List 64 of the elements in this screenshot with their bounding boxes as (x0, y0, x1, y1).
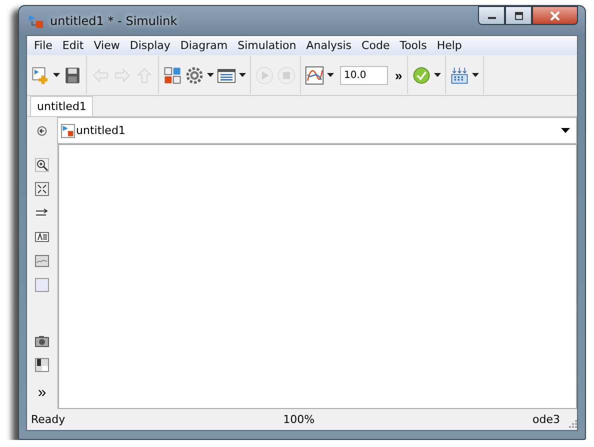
model-browser-button[interactable] (35, 358, 49, 372)
dropdown-arrow-icon[interactable] (561, 128, 570, 133)
build-icon (450, 66, 470, 84)
back-arrow-icon (91, 66, 110, 84)
settings-icon (185, 66, 204, 84)
scope-button[interactable] (304, 64, 325, 86)
stop-icon (277, 66, 296, 84)
forward-arrow-icon (113, 66, 132, 84)
breadcrumb-link[interactable]: untitled1 (61, 124, 126, 138)
menu-item[interactable]: Tools (394, 39, 432, 52)
solver-name: ode3 (532, 413, 560, 426)
image-button[interactable] (35, 254, 49, 268)
dropdown-arrow-button[interactable] (471, 72, 480, 78)
menu-item[interactable]: Analysis (301, 39, 357, 52)
menu-item[interactable]: Code (356, 39, 395, 52)
annotation-button[interactable] (35, 230, 49, 244)
check-button[interactable] (411, 64, 432, 86)
overflow-button[interactable]: » (393, 68, 404, 82)
menu-item[interactable]: Display (124, 39, 176, 52)
library-browser-icon (163, 66, 182, 84)
menu-item[interactable]: Diagram (175, 39, 233, 52)
menu-item[interactable]: File (29, 39, 58, 52)
image-icon (35, 254, 49, 268)
status-text: Ready (31, 413, 66, 426)
up-arrow-icon (135, 66, 154, 84)
check-icon (412, 66, 432, 84)
dropdown-arrow-button[interactable] (326, 72, 335, 78)
stop-time-field[interactable]: 10.0 (340, 66, 388, 84)
maximize-button[interactable] (505, 6, 532, 25)
zoom-button[interactable] (35, 158, 49, 172)
fit-view-button[interactable] (35, 182, 49, 196)
fit-view-icon (35, 182, 49, 196)
zoom-icon (35, 158, 49, 172)
scope-icon (305, 66, 324, 84)
menu-item[interactable]: Simulation (232, 39, 302, 52)
model-icon (28, 12, 44, 28)
window-title: untitled1 * - Simulink (50, 14, 178, 28)
menu-item[interactable]: View (88, 39, 125, 52)
dropdown-arrow-button[interactable] (52, 72, 61, 78)
model-icon (61, 124, 75, 138)
dropdown-arrow-button[interactable] (238, 72, 247, 78)
maximize-icon (514, 12, 524, 20)
build-button[interactable] (449, 64, 470, 86)
model-browser-icon (35, 358, 49, 372)
zoom-level: 100% (282, 413, 316, 426)
camera-button[interactable] (35, 334, 49, 348)
dropdown-arrow-button[interactable] (206, 72, 215, 78)
menu-item[interactable]: Edit (57, 39, 89, 52)
close-icon (549, 10, 561, 20)
new-model-icon (31, 66, 50, 84)
menu-item[interactable]: Help (432, 39, 467, 52)
annotation-icon (35, 230, 49, 244)
model-tab[interactable]: untitled1 (30, 96, 94, 116)
area-icon (35, 278, 49, 292)
minimize-button[interactable] (478, 6, 505, 25)
library-browser-button[interactable] (162, 64, 183, 86)
save-icon (63, 66, 82, 84)
close-button[interactable] (532, 6, 578, 25)
settings-button[interactable] (184, 64, 205, 86)
dropdown-arrow-button[interactable] (433, 72, 442, 78)
camera-icon (35, 334, 49, 348)
run-icon (255, 66, 274, 84)
more-tools-button[interactable]: » (38, 386, 46, 400)
resize-grip-icon[interactable] (568, 419, 577, 428)
